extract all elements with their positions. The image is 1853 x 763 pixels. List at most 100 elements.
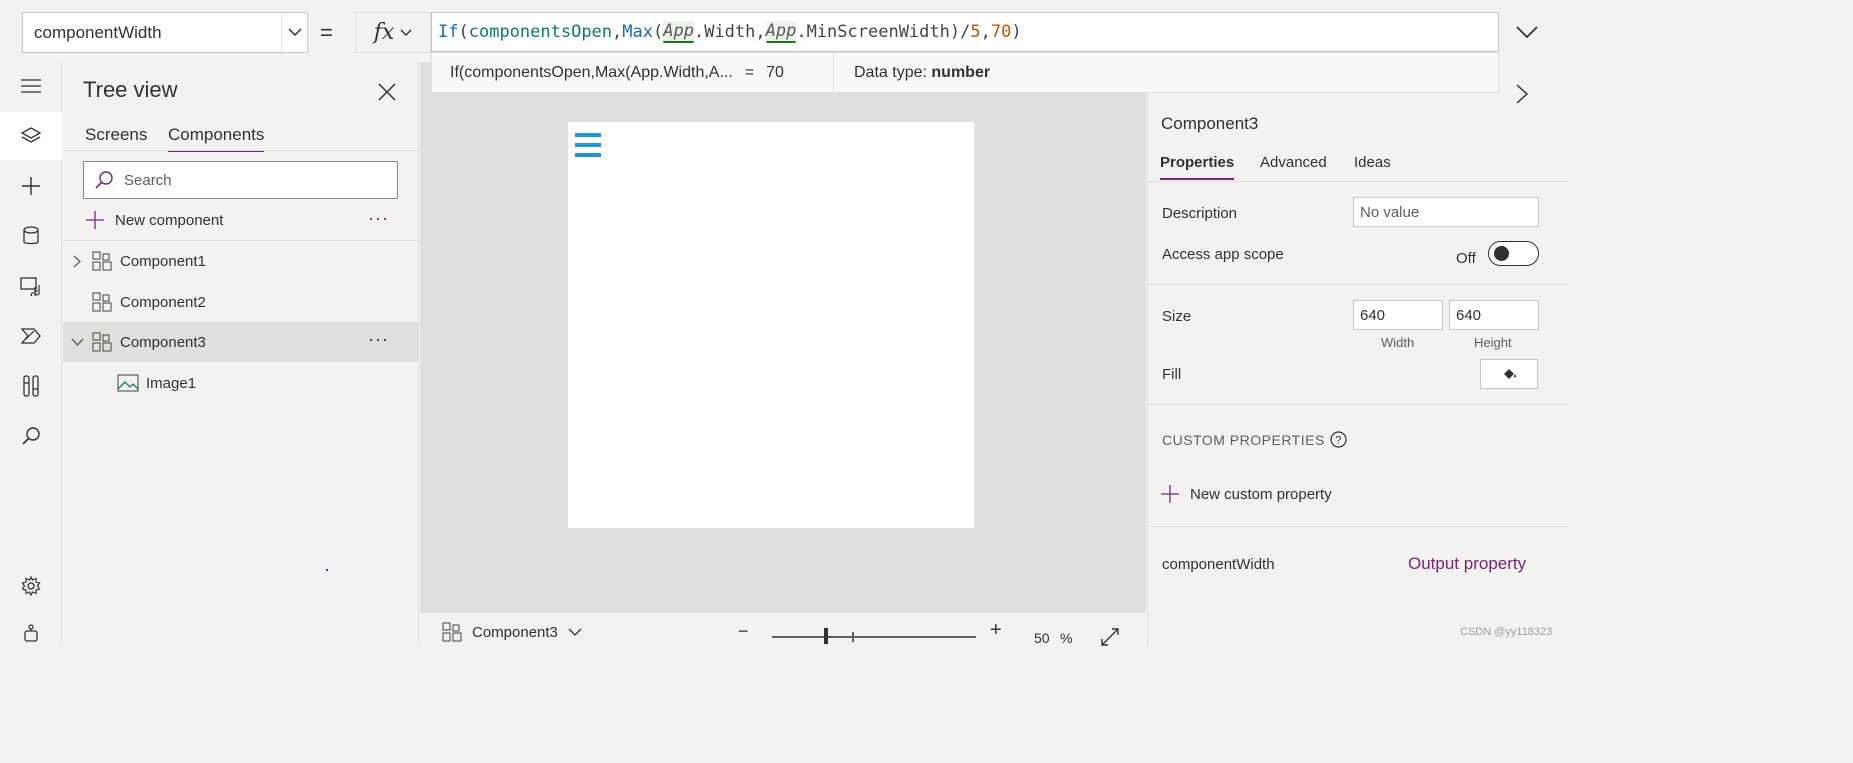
- hamburger-icon[interactable]: [575, 132, 601, 158]
- tab-components[interactable]: Components: [168, 125, 265, 152]
- data-type-value: number: [931, 63, 991, 81]
- new-custom-property-button[interactable]: New custom property: [1160, 484, 1332, 504]
- power-apps-studio: componentWidth = fx If(componentsOpen, Ma…: [0, 0, 1568, 646]
- width-input[interactable]: [1353, 300, 1443, 330]
- watermark: CSDN @yy118323: [1460, 626, 1553, 638]
- zoom-unit: %: [1060, 630, 1073, 646]
- fx-icon: fx: [373, 20, 395, 45]
- tree-item-component3[interactable]: Component3 ···: [63, 322, 419, 362]
- data-type-label: Data type:: [854, 63, 927, 81]
- height-input[interactable]: [1449, 300, 1539, 330]
- tree-item-label: Component3: [120, 333, 206, 351]
- tree-item-label: Component1: [120, 252, 206, 270]
- left-rail: [0, 62, 62, 646]
- zoom-value[interactable]: 50: [1034, 630, 1050, 646]
- search-icon[interactable]: [0, 412, 62, 460]
- bot-icon[interactable]: [0, 610, 62, 646]
- access-app-scope-toggle[interactable]: [1488, 241, 1539, 266]
- preview-expression: If(componentsOpen,Max(App.Width,A... = 7…: [432, 53, 834, 92]
- new-custom-property-label: New custom property: [1190, 485, 1332, 503]
- preview-data-type: Data type: number: [834, 64, 990, 82]
- chevron-right-icon[interactable]: [69, 253, 85, 269]
- formula-token: ,: [980, 22, 991, 42]
- tree-view-title: Tree view: [83, 77, 178, 102]
- zoom-out-button[interactable]: −: [738, 621, 749, 642]
- fill-label: Fill: [1162, 366, 1182, 383]
- fill-color-picker[interactable]: [1480, 359, 1538, 389]
- component-icon: [92, 292, 112, 312]
- formula-token: .MinScreenWidth)/: [796, 22, 971, 42]
- power-automate-icon[interactable]: [0, 312, 62, 360]
- media-icon[interactable]: [0, 262, 62, 310]
- fx-button[interactable]: fx: [355, 12, 431, 53]
- property-dropdown[interactable]: componentWidth: [22, 12, 308, 53]
- section-divider: [1148, 526, 1568, 527]
- formula-token: If: [438, 22, 459, 42]
- property-dropdown-value: componentWidth: [34, 22, 162, 42]
- formula-result-preview: If(componentsOpen,Max(App.Width,A... = 7…: [431, 52, 1499, 93]
- plus-icon: [86, 211, 104, 229]
- tree-item-image1[interactable]: Image1: [63, 363, 419, 403]
- section-divider: [1148, 404, 1568, 405]
- tab-properties[interactable]: Properties: [1160, 154, 1235, 180]
- tab-divider: [1148, 181, 1568, 182]
- preview-value: 70: [766, 63, 784, 81]
- zoom-slider[interactable]: [772, 636, 976, 638]
- access-app-scope-state: Off: [1456, 250, 1476, 267]
- tree-item-label: Component2: [120, 293, 206, 311]
- tab-divider: [63, 150, 419, 151]
- plus-icon[interactable]: [0, 162, 62, 210]
- formula-input[interactable]: If(componentsOpen, Max(App .Width, App .MinS…: [431, 12, 1499, 52]
- zoom-slider-thumb[interactable]: [824, 628, 828, 644]
- new-component-button[interactable]: New component: [85, 208, 223, 232]
- tools-icon[interactable]: [0, 362, 62, 410]
- component-icon: [92, 251, 112, 271]
- fit-to-window-icon[interactable]: [1100, 627, 1120, 646]
- formula-token: (: [458, 22, 469, 42]
- formula-token: App: [765, 21, 797, 43]
- formula-token: App: [663, 21, 694, 43]
- canvas-status-bar: Component3 − + 50 %: [420, 612, 1146, 646]
- tree-view-panel: Tree view Screens Components New compone…: [63, 62, 419, 646]
- preview-expression-text: If(componentsOpen,Max(App.Width,A...: [450, 63, 733, 81]
- height-caption: Height: [1474, 335, 1512, 350]
- tree-item-component2[interactable]: Component2: [63, 282, 419, 322]
- database-icon[interactable]: [0, 212, 62, 260]
- help-icon[interactable]: ?: [1330, 431, 1347, 448]
- tab-advanced[interactable]: Advanced: [1260, 154, 1327, 178]
- formula-token: ): [1011, 22, 1022, 42]
- tree-item-component1[interactable]: Component1: [63, 241, 419, 281]
- component-icon: [92, 332, 112, 352]
- stray-dot: [326, 569, 328, 571]
- layers-icon[interactable]: [0, 112, 62, 160]
- tab-screens[interactable]: Screens: [85, 125, 147, 150]
- search-input[interactable]: [124, 171, 384, 189]
- canvas-area: [420, 93, 1146, 612]
- zoom-in-button[interactable]: +: [990, 619, 1002, 642]
- settings-icon[interactable]: [0, 562, 62, 610]
- section-divider: [1148, 284, 1568, 285]
- more-options-icon[interactable]: ···: [368, 329, 389, 350]
- hamburger-icon[interactable]: [0, 62, 62, 110]
- component-artboard[interactable]: [568, 122, 974, 528]
- expand-formula-button[interactable]: [1505, 12, 1549, 52]
- width-caption: Width: [1381, 335, 1415, 350]
- current-component-selector[interactable]: Component3: [442, 622, 582, 642]
- properties-panel: COMPONENT Component3 Properties Advanced…: [1147, 62, 1568, 646]
- chevron-down-icon: [400, 29, 412, 36]
- chevron-right-icon[interactable]: [1516, 84, 1528, 104]
- search-icon: [84, 170, 124, 190]
- selected-control-name: Component3: [1161, 114, 1259, 133]
- custom-properties-header: CUSTOM PROPERTIES ?: [1162, 431, 1347, 448]
- formula-token: ,: [612, 22, 623, 42]
- new-component-label: New component: [115, 211, 224, 229]
- more-options-icon[interactable]: ···: [368, 208, 389, 229]
- tab-ideas[interactable]: Ideas: [1354, 154, 1391, 178]
- chevron-down-icon[interactable]: [69, 334, 85, 350]
- tree-search-box[interactable]: [83, 161, 398, 199]
- toggle-knob: [1494, 246, 1509, 261]
- close-icon[interactable]: [375, 80, 399, 104]
- description-input[interactable]: [1353, 197, 1539, 227]
- custom-property-name[interactable]: componentWidth: [1162, 556, 1275, 573]
- custom-property-type[interactable]: Output property: [1408, 554, 1526, 574]
